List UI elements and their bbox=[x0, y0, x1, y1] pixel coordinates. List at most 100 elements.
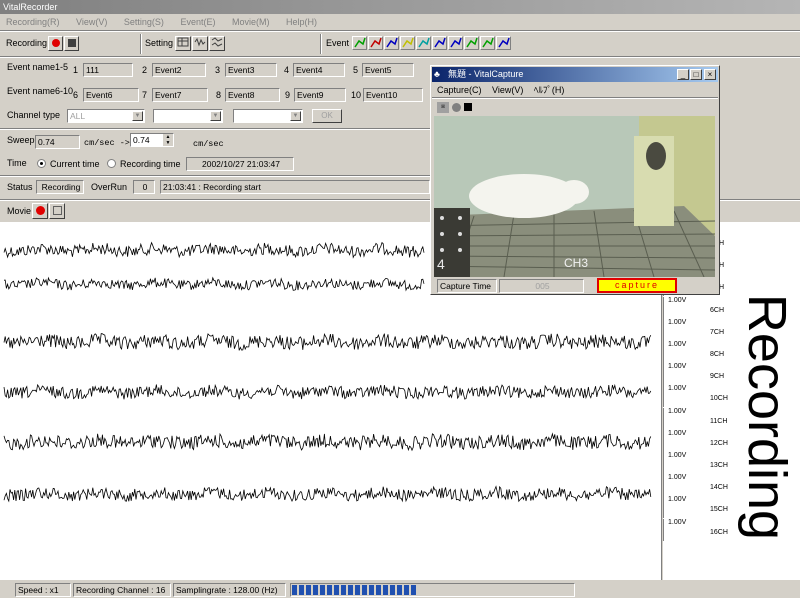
video-overlay-channel: CH3 bbox=[564, 256, 589, 270]
event-name-field[interactable]: Event8 bbox=[225, 88, 280, 102]
channel-select-3[interactable]: ▼ bbox=[233, 109, 303, 123]
spin-buttons-icon[interactable]: ▲ ▼ bbox=[163, 134, 173, 146]
event-name-field[interactable]: Event5 bbox=[362, 63, 414, 77]
menu-movie[interactable]: Movie(M) bbox=[232, 17, 270, 27]
event-number: 7 bbox=[142, 90, 148, 100]
channel-waveform bbox=[3, 276, 425, 292]
channel-ok-button[interactable]: OK bbox=[312, 109, 342, 123]
channel-waveform bbox=[3, 432, 652, 452]
event-marker-button[interactable] bbox=[416, 36, 431, 50]
camera-icon[interactable]: ◙ bbox=[437, 101, 449, 113]
capture-menu-bar: Capture(C) View(V) ﾍﾙﾌﾟ(H) bbox=[437, 83, 564, 97]
capture-window-title: 無題 - VitalCapture bbox=[448, 69, 524, 79]
radio-recording-time[interactable] bbox=[107, 159, 116, 168]
event-number: 10 bbox=[351, 90, 362, 100]
menu-recording[interactable]: Recording(R) bbox=[6, 17, 60, 27]
channel-select-2[interactable]: ▼ bbox=[153, 109, 223, 123]
setting-label: Setting bbox=[145, 38, 174, 48]
channel-scale-entry: 1.00V 11CH bbox=[663, 407, 733, 430]
event-marker-icon bbox=[418, 37, 430, 48]
progress-bar bbox=[290, 583, 575, 597]
record-stop-button[interactable] bbox=[64, 36, 79, 51]
event-name-field[interactable]: Event3 bbox=[225, 63, 277, 77]
current-time-option[interactable]: Current time bbox=[50, 159, 100, 169]
event-marker-icon bbox=[354, 37, 366, 48]
event-marker-button[interactable] bbox=[480, 36, 495, 50]
radio-current-time[interactable] bbox=[37, 159, 46, 168]
menu-event[interactable]: Event(E) bbox=[180, 17, 215, 27]
channel-icon bbox=[211, 37, 223, 47]
menu-bar: Recording(R) View(V) Setting(S) Event(E)… bbox=[0, 14, 800, 30]
event-name-field[interactable]: Event9 bbox=[294, 88, 346, 102]
chevron-down-icon[interactable]: ▼ bbox=[210, 111, 221, 121]
capture-toolbar: ◙ bbox=[437, 100, 472, 114]
vitalcapture-window[interactable]: ♣ 無題 - VitalCapture _ □ × Capture(C) Vie… bbox=[430, 65, 720, 295]
status-message: 21:03:41 : Recording start bbox=[160, 180, 430, 194]
event-marker-icon bbox=[434, 37, 446, 48]
capture-menu-capture[interactable]: Capture(C) bbox=[437, 85, 482, 95]
stop-icon bbox=[52, 206, 62, 215]
channel-scale-entry: 1.00V 16CH bbox=[663, 518, 733, 541]
event-name-field[interactable]: Event4 bbox=[293, 63, 345, 77]
scale-voltage: 1.00V bbox=[668, 407, 687, 415]
video-preview: 4 CH3 bbox=[434, 116, 715, 277]
event-names-6-10-label: Event name6-10 bbox=[7, 86, 74, 96]
event-marker-button[interactable] bbox=[432, 36, 447, 50]
recording-overlay: Recording bbox=[733, 222, 800, 580]
video-frame-image bbox=[434, 116, 715, 277]
event-name-field[interactable]: Event2 bbox=[152, 63, 206, 77]
chevron-down-icon[interactable]: ▼ bbox=[132, 111, 143, 121]
separator bbox=[432, 97, 718, 99]
scale-voltage: 1.00V bbox=[668, 518, 687, 526]
event-marker-icon bbox=[386, 37, 398, 48]
radio-dot-icon bbox=[40, 162, 43, 165]
sweep-input-value: 0.74 bbox=[133, 135, 150, 145]
event-marker-button[interactable] bbox=[384, 36, 399, 50]
event-name-field[interactable]: Event6 bbox=[83, 88, 139, 102]
event-marker-button[interactable] bbox=[464, 36, 479, 50]
maximize-icon[interactable]: □ bbox=[690, 69, 702, 80]
stop-icon[interactable] bbox=[464, 103, 472, 111]
channel-waveform bbox=[3, 383, 652, 400]
channel-scale-entry: 1.00V 12CH bbox=[663, 429, 733, 452]
event-marker-button[interactable] bbox=[448, 36, 463, 50]
record-start-button[interactable] bbox=[48, 36, 63, 51]
scale-voltage: 1.00V bbox=[668, 452, 687, 459]
menu-view[interactable]: View(V) bbox=[76, 17, 107, 27]
event-name-field[interactable]: Event10 bbox=[363, 88, 423, 102]
scale-voltage: 1.00V bbox=[668, 429, 687, 437]
scale-voltage: 1.00V bbox=[668, 496, 687, 504]
event-name-field[interactable]: 111 bbox=[83, 63, 133, 77]
grid-icon bbox=[177, 37, 189, 47]
channel-type-select[interactable]: ALL ▼ bbox=[67, 109, 145, 123]
stop-icon bbox=[67, 39, 76, 47]
wave-setting-button[interactable] bbox=[192, 36, 208, 51]
close-icon[interactable]: × bbox=[704, 69, 716, 80]
channel-setting-button[interactable] bbox=[209, 36, 225, 51]
sweep-unit: cm/sec bbox=[193, 139, 224, 149]
channel-type-value: ALL bbox=[70, 111, 86, 121]
scale-channel: 10CH bbox=[710, 395, 728, 403]
chevron-down-icon[interactable]: ▼ bbox=[290, 111, 301, 121]
capture-title-bar[interactable]: ♣ 無題 - VitalCapture _ □ × bbox=[432, 67, 718, 82]
event-marker-button[interactable] bbox=[368, 36, 383, 50]
event-marker-icon bbox=[466, 37, 478, 48]
event-name-field[interactable]: Event7 bbox=[152, 88, 208, 102]
menu-help[interactable]: Help(H) bbox=[286, 17, 317, 27]
video-overlay-number: 4 bbox=[437, 256, 445, 272]
movie-stop-button[interactable] bbox=[49, 203, 65, 219]
movie-record-button[interactable] bbox=[32, 203, 48, 219]
menu-setting[interactable]: Setting(S) bbox=[124, 17, 164, 27]
event-marker-button[interactable] bbox=[400, 36, 415, 50]
event-marker-button[interactable] bbox=[496, 36, 511, 50]
capture-menu-help[interactable]: ﾍﾙﾌﾟ(H) bbox=[534, 85, 565, 95]
overrun-label: OverRun bbox=[91, 182, 128, 192]
minimize-icon[interactable]: _ bbox=[677, 69, 689, 80]
record-icon[interactable] bbox=[452, 102, 461, 112]
sweep-input[interactable]: 0.74 ▲ ▼ bbox=[130, 133, 174, 147]
capture-menu-view[interactable]: View(V) bbox=[492, 85, 523, 95]
event-marker-button[interactable] bbox=[352, 36, 367, 50]
record-icon bbox=[35, 206, 45, 215]
grid-setting-button[interactable] bbox=[175, 36, 191, 51]
recording-time-option[interactable]: Recording time bbox=[120, 159, 181, 169]
